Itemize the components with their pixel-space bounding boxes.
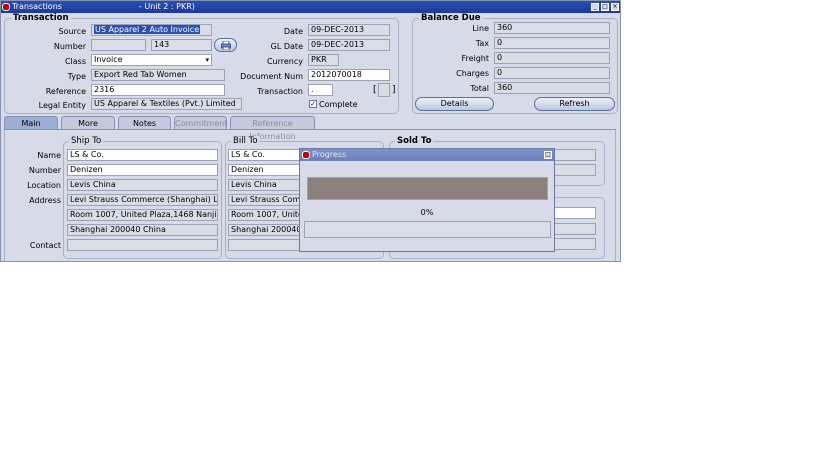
transaction-group-title: Transaction bbox=[11, 13, 71, 23]
bracket-left: [ bbox=[373, 85, 377, 95]
number-label: Number bbox=[53, 42, 86, 51]
freight-field[interactable]: 0 bbox=[494, 52, 610, 64]
transaction-label: Transaction bbox=[257, 87, 303, 96]
bill-to-title: Bill To bbox=[231, 136, 260, 146]
progress-fill bbox=[308, 178, 547, 199]
tax-label: Tax bbox=[475, 39, 489, 48]
progress-dialog: Progress □ 0% bbox=[299, 148, 555, 252]
flex-field-button[interactable] bbox=[378, 83, 390, 97]
document-num-field[interactable]: 2012070018 bbox=[308, 69, 390, 81]
printer-icon bbox=[220, 40, 231, 51]
ship-location-label: Location bbox=[27, 181, 61, 190]
progress-titlebar[interactable]: Progress □ bbox=[300, 149, 554, 161]
tab-more[interactable]: More bbox=[61, 116, 115, 130]
minimize-icon[interactable]: _ bbox=[591, 3, 599, 11]
window-titlebar[interactable]: Transactions - Unit 2 : PKR) _ □ × bbox=[1, 1, 620, 13]
tab-notes[interactable]: Notes bbox=[118, 116, 171, 130]
balance-due-title: Balance Due bbox=[419, 13, 483, 23]
date-field[interactable]: 09-DEC-2013 bbox=[308, 24, 390, 36]
window-subtitle: - Unit 2 : PKR) bbox=[139, 2, 195, 11]
ship-name-field[interactable]: LS & Co. bbox=[67, 149, 218, 161]
progress-status-field bbox=[304, 221, 551, 238]
ship-address-line1[interactable]: Levi Strauss Commerce (Shanghai) Limit bbox=[67, 194, 218, 206]
ship-location-field[interactable]: Levis China bbox=[67, 179, 218, 191]
ship-number-field[interactable]: Denizen bbox=[67, 164, 218, 176]
maximize-icon[interactable]: □ bbox=[544, 151, 552, 159]
charges-field[interactable]: 0 bbox=[494, 67, 610, 79]
legal-entity-label: Legal Entity bbox=[38, 101, 86, 110]
total-label: Total bbox=[470, 84, 489, 93]
tab-commitment: Commitment bbox=[174, 116, 227, 130]
sold-to-title: Sold To bbox=[395, 136, 434, 146]
close-icon[interactable]: × bbox=[611, 3, 619, 11]
line-field[interactable]: 360 bbox=[494, 22, 610, 34]
gl-date-field[interactable]: 09-DEC-2013 bbox=[308, 39, 390, 51]
bracket-right: ] bbox=[392, 85, 396, 95]
oracle-icon bbox=[302, 151, 310, 159]
maximize-icon[interactable]: □ bbox=[601, 3, 609, 11]
date-label: Date bbox=[283, 27, 303, 36]
number-field-2[interactable]: 143 bbox=[151, 39, 212, 51]
tab-main[interactable]: Main bbox=[4, 116, 58, 130]
chevron-down-icon: ▾ bbox=[205, 56, 209, 64]
progress-bar bbox=[307, 177, 548, 200]
tab-reference-information: Reference Information bbox=[230, 116, 315, 141]
ship-name-label: Name bbox=[37, 151, 61, 160]
ship-address-line2[interactable]: Room 1007, United Plaza,1468 Nanjin Ro bbox=[67, 209, 218, 221]
source-label: Source bbox=[58, 27, 86, 36]
oracle-icon bbox=[2, 3, 10, 11]
progress-title: Progress bbox=[312, 150, 347, 159]
refresh-button[interactable]: Refresh bbox=[534, 97, 615, 111]
charges-label: Charges bbox=[456, 69, 489, 78]
document-num-label: Document Num bbox=[240, 72, 303, 81]
line-label: Line bbox=[472, 24, 489, 33]
ship-contact-field[interactable] bbox=[67, 239, 218, 251]
window-title: Transactions bbox=[12, 2, 62, 11]
reference-field[interactable]: 2316 bbox=[91, 84, 225, 96]
class-select[interactable]: Invoice ▾ bbox=[91, 54, 212, 66]
freight-label: Freight bbox=[461, 54, 489, 63]
ship-contact-label: Contact bbox=[29, 241, 61, 250]
complete-label: Complete bbox=[319, 100, 358, 109]
source-field[interactable]: US Apparel 2 Auto Invoice bbox=[91, 24, 212, 36]
ship-address-label: Address bbox=[29, 196, 61, 205]
number-field[interactable] bbox=[91, 39, 146, 51]
ship-number-label: Number bbox=[28, 166, 61, 175]
type-label: Type bbox=[67, 72, 86, 81]
total-field[interactable]: 360 bbox=[494, 82, 610, 94]
complete-checkbox[interactable]: ✓ bbox=[309, 100, 317, 108]
reference-label: Reference bbox=[45, 87, 86, 96]
class-value: Invoice bbox=[94, 55, 123, 64]
tax-field[interactable]: 0 bbox=[494, 37, 610, 49]
ship-to-title: Ship To bbox=[69, 136, 104, 146]
progress-percent: 0% bbox=[420, 208, 434, 217]
currency-label: Currency bbox=[266, 57, 303, 66]
ship-address-line3[interactable]: Shanghai 200040 China bbox=[67, 224, 218, 236]
currency-field[interactable]: PKR bbox=[308, 54, 339, 66]
details-button[interactable]: Details bbox=[415, 97, 494, 111]
type-field[interactable]: Export Red Tab Women bbox=[91, 69, 225, 81]
legal-entity-field[interactable]: US Apparel & Textiles (Pvt.) Limited bbox=[91, 98, 242, 110]
class-label: Class bbox=[64, 57, 86, 66]
transaction-field[interactable]: . bbox=[308, 84, 333, 96]
gl-date-label: GL Date bbox=[270, 42, 303, 51]
